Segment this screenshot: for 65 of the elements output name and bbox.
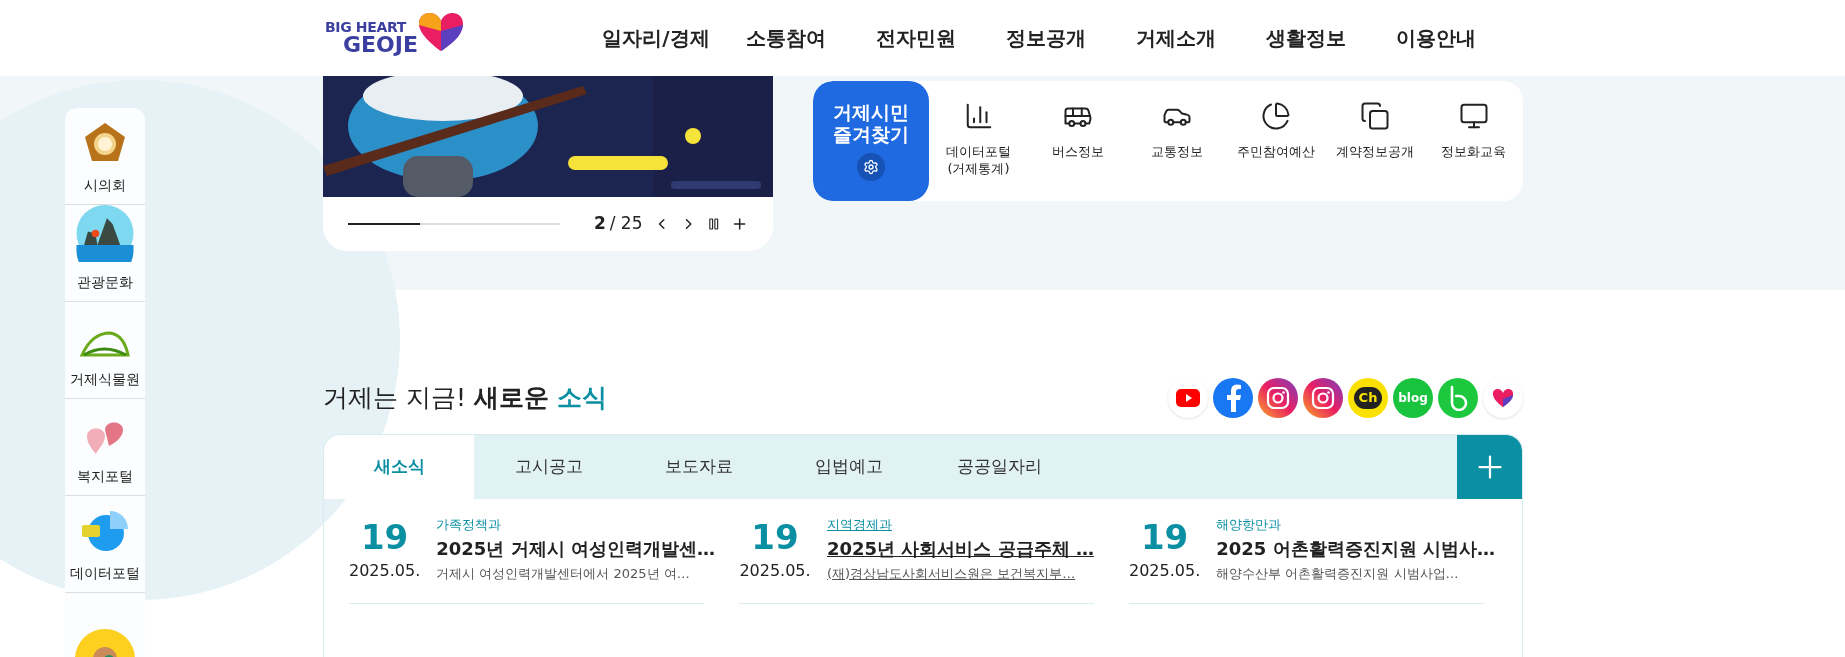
favorites-title: 거제시민 즐겨찾기	[833, 101, 909, 145]
play-icon	[1176, 389, 1200, 407]
nav-menu-item[interactable]: 일자리/경제	[591, 23, 721, 53]
news-title-link[interactable]: 2025 어촌활력증진지원 시범사…	[1216, 534, 1495, 562]
more-button[interactable]	[1457, 435, 1522, 499]
department-label: 지역경제과	[827, 516, 893, 534]
date-month: 2025.05.	[349, 560, 421, 582]
department-label: 해양항만과	[1216, 516, 1283, 534]
section-title-bold: 새로운	[473, 382, 549, 415]
documents-icon	[1359, 101, 1390, 131]
logo-text[interactable]: GEOJE	[325, 34, 418, 56]
news-summary: 거제시 여성인력개발센터에서 2025년 여…	[436, 564, 691, 583]
news-summary: 해양수산부 어촌활력증진지원 시범사업…	[1216, 564, 1460, 583]
pie-chart-icon	[1260, 101, 1291, 131]
news-tab[interactable]: 보도자료	[624, 435, 774, 499]
camera-icon	[1311, 386, 1335, 410]
nav-menu-item[interactable]: 거제소개	[1111, 23, 1241, 53]
date-day: 19	[360, 515, 409, 559]
facebook-link[interactable]	[1213, 378, 1253, 418]
monitor-icon	[1458, 101, 1489, 131]
current-slide-number: 2	[593, 212, 606, 236]
nav-menu-item[interactable]: 정보공개	[981, 23, 1111, 53]
quick-link[interactable]: 정보화교육	[1424, 101, 1523, 201]
heart-icon	[1491, 387, 1515, 409]
news-tab[interactable]: 공공일자리	[924, 435, 1074, 499]
total-slides: / 25	[609, 212, 643, 236]
island-icon	[75, 205, 135, 262]
news-tab[interactable]: 입법예고	[774, 435, 924, 499]
date-day: 19	[1140, 515, 1189, 559]
sidebar-link[interactable]: 데이터포털	[65, 496, 145, 593]
settings-icon	[863, 159, 879, 175]
kakao-channel-link[interactable]: Ch	[1348, 378, 1388, 418]
quick-link[interactable]: 버스정보	[1028, 101, 1127, 201]
sidebar-link[interactable]: 관광문화	[65, 205, 145, 302]
youtube-link[interactable]	[1168, 378, 1208, 418]
date-month: 2025.05.	[1129, 560, 1201, 582]
leaf-dome-icon	[80, 329, 130, 359]
nav-menu-item[interactable]: 전자민원	[851, 23, 981, 53]
settings-button[interactable]	[857, 153, 885, 181]
pause-icon[interactable]	[707, 217, 721, 231]
quick-link[interactable]: 데이터포털 (거제통계)	[929, 101, 1028, 201]
section-title-accent: 소식	[556, 382, 607, 415]
date-month: 2025.05.	[739, 560, 811, 582]
nav-menu-item[interactable]: 소통참여	[721, 23, 851, 53]
quick-link[interactable]: 주민참여예산	[1226, 101, 1325, 201]
news-tab[interactable]: 새소식	[324, 435, 474, 499]
instagram-link[interactable]	[1303, 378, 1343, 418]
news-title-link[interactable]: 2025년 사회서비스 공급주체 …	[827, 534, 1094, 562]
department-label: 가족정책과	[436, 516, 503, 534]
camera-icon	[1266, 386, 1290, 410]
quick-link[interactable]: 계약정보공개	[1325, 101, 1424, 201]
quick-link[interactable]: 교통정보	[1127, 101, 1226, 201]
sidebar-link[interactable]: 시의회	[65, 108, 145, 205]
date-day: 19	[751, 515, 799, 559]
news-summary: (재)경상남도사회서비스원은 보건복지부…	[827, 564, 1077, 583]
sidebar-link[interactable]: 복지포털	[65, 399, 145, 496]
news-tab[interactable]: 고시공고	[474, 435, 624, 499]
news-title-link[interactable]: 2025년 거제시 여성인력개발센…	[436, 534, 715, 562]
logo-text[interactable]: BIG HEART	[325, 20, 418, 34]
city-heart-link[interactable]	[1483, 378, 1523, 418]
nav-menu-item[interactable]: 이용안내	[1371, 23, 1501, 53]
sidebar-link[interactable]: 거제식물원	[65, 302, 145, 399]
nav-menu-item[interactable]: 생활정보	[1241, 23, 1371, 53]
section-title: 거제는 지금!	[323, 382, 466, 415]
instagram-link[interactable]	[1258, 378, 1298, 418]
